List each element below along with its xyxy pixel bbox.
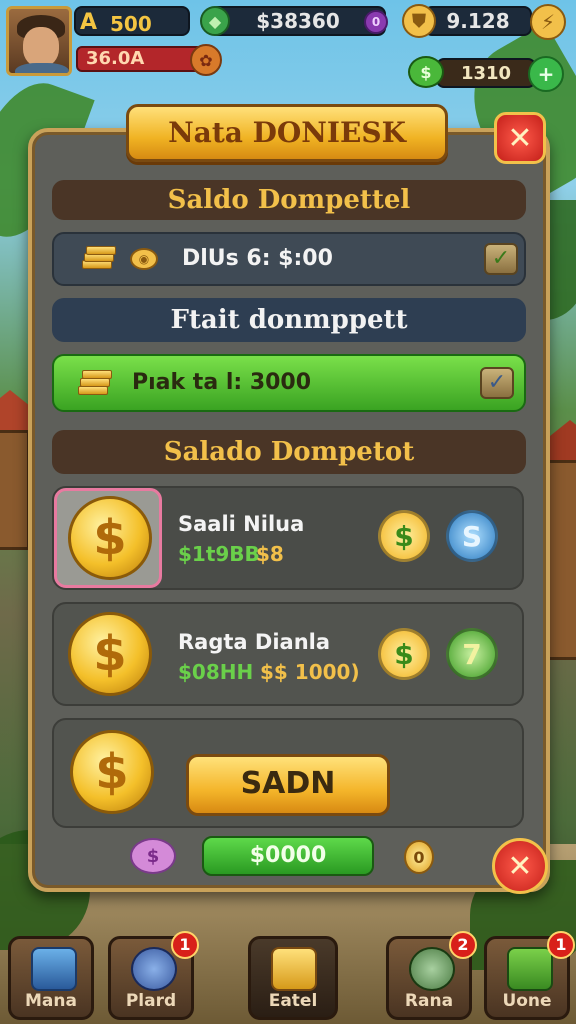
gold-value: 9.128 xyxy=(446,9,510,33)
amount-bar: $0000 xyxy=(202,836,374,876)
nav-item-uone[interactable]: Uone 1 xyxy=(484,931,575,1020)
gold-counter: 9.128 xyxy=(424,6,532,36)
dialog-title: Nata DONIESK xyxy=(126,104,448,162)
nav-item-rana[interactable]: Rana 2 xyxy=(386,931,477,1020)
cash-icon: $ xyxy=(408,56,444,88)
dollar-coin-icon: $ xyxy=(70,730,154,814)
section-title-balance: Saldo Dompettel xyxy=(52,180,526,220)
balance-text: DlUs 6: $:00 xyxy=(182,246,333,271)
green-coin-icon[interactable]: 7 xyxy=(446,628,498,680)
lightning-icon[interactable]: ⚡ xyxy=(530,4,566,40)
top-hud: A 500 36.0A ✿ $38360 ◆ 0 9.128 ⛊ ⚡ 1310 … xyxy=(0,0,576,92)
compass-icon xyxy=(131,947,177,991)
gift-icon[interactable]: $ xyxy=(130,838,176,874)
blue-coin-icon[interactable]: S xyxy=(446,510,498,562)
sadn-button[interactable]: SADN xyxy=(186,754,390,816)
offer-card-1[interactable]: $ Saali Nilua $1t9BB $8 $ S xyxy=(52,486,524,590)
settings-icon xyxy=(409,947,455,991)
offer-2-name: Ragta Dianla xyxy=(178,630,331,654)
map-icon xyxy=(507,947,553,991)
nav-label: Rana xyxy=(404,991,454,1011)
nav-label: Mana xyxy=(25,991,77,1011)
nav-item-eatel[interactable]: Eatel xyxy=(248,936,338,1020)
offer-card-2[interactable]: $ Ragta Dianla $08HH $$ 1000) $ 7 xyxy=(52,602,524,706)
balance-row[interactable]: ◉ DlUs 6: $:00 ✓ xyxy=(52,232,526,286)
nav-label: Plard xyxy=(125,991,177,1011)
section-title-wallet: Ftait donmppett xyxy=(52,298,526,342)
level-value: 500 xyxy=(110,12,152,36)
health-bar: 36.0A xyxy=(76,46,206,72)
coin-icon: 0 xyxy=(404,840,434,874)
close-button-bottom[interactable]: ✕ xyxy=(492,838,548,894)
gems-counter: $38360 xyxy=(210,6,386,36)
gem-icon: ◆ xyxy=(200,6,230,36)
gems-add-icon[interactable]: 0 xyxy=(364,10,388,34)
offer-2-price-gold: $$ 1000) xyxy=(260,660,360,684)
nav-label: Uone xyxy=(502,991,552,1011)
cash-counter: 1310 xyxy=(436,58,536,88)
section-title-offers: Salado Dompetot xyxy=(52,430,526,474)
dollar-coin-small-icon[interactable]: $ xyxy=(378,628,430,680)
dollar-coin-icon: $ xyxy=(68,496,152,580)
cash-add-icon[interactable]: + xyxy=(528,56,564,92)
topup-row[interactable]: Pıak ta l: 3000 ✓ xyxy=(52,354,526,412)
shield-icon: ⛊ xyxy=(402,4,436,38)
cash-value: 1310 xyxy=(460,62,512,84)
offer-1-price-gold: $8 xyxy=(256,542,284,566)
gems-value: $38360 xyxy=(256,9,340,33)
nav-item-plard[interactable]: Plard 1 xyxy=(108,931,199,1020)
notification-badge: 2 xyxy=(449,931,477,959)
dollar-coin-icon: $ xyxy=(68,612,152,696)
offer-2-price-green: $08HH xyxy=(178,660,254,684)
stack-icon xyxy=(31,947,77,991)
nav-label: Eatel xyxy=(268,991,318,1011)
player-avatar[interactable] xyxy=(6,6,72,76)
coin-icon: ◉ xyxy=(130,248,158,270)
level-letter: A xyxy=(80,10,98,35)
topup-text: Pıak ta l: 3000 xyxy=(132,370,312,395)
health-icon: ✿ xyxy=(190,44,222,76)
offer-1-name: Saali Nilua xyxy=(178,512,305,536)
close-icon: ✕ xyxy=(507,848,533,884)
treasure-chest-icon xyxy=(271,947,317,991)
cash-stack-icon xyxy=(78,370,112,396)
topup-check-icon[interactable]: ✓ xyxy=(480,367,514,399)
balance-check-icon[interactable]: ✓ xyxy=(484,243,518,275)
offer-1-price-green: $1t9BB xyxy=(178,542,260,566)
dollar-coin-small-icon[interactable]: $ xyxy=(378,510,430,562)
notification-badge: 1 xyxy=(171,931,199,959)
gold-bars-icon xyxy=(82,246,116,272)
close-button-top[interactable]: ✕ xyxy=(494,112,546,164)
close-icon: ✕ xyxy=(507,120,533,156)
notification-badge: 1 xyxy=(547,931,575,959)
nav-item-mana[interactable]: Mana xyxy=(8,936,94,1020)
